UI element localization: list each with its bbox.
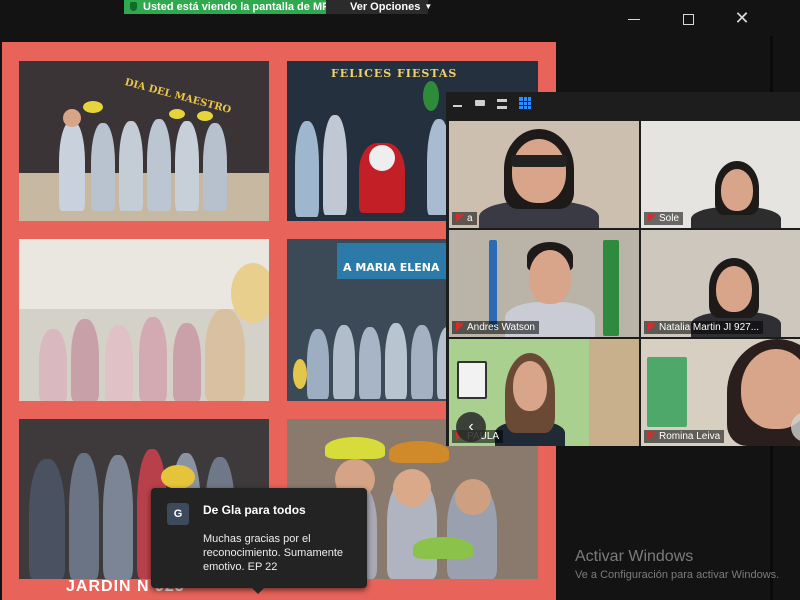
gallery-view-panel: a Sole Andres Watson Natalia Martin JI 9… bbox=[446, 92, 800, 446]
mic-muted-icon bbox=[454, 213, 463, 222]
participant-name-label: Sole bbox=[644, 212, 684, 225]
chat-notification[interactable]: G De Gla para todos Muchas gracias por e… bbox=[151, 488, 367, 594]
chat-sender-avatar: G bbox=[167, 503, 189, 525]
window-maximize-button[interactable] bbox=[675, 5, 701, 31]
minimize-icon[interactable] bbox=[453, 105, 462, 107]
chevron-left-icon: ‹ bbox=[468, 418, 474, 435]
minimize-icon bbox=[628, 18, 640, 20]
participant-tile[interactable]: a bbox=[449, 121, 639, 228]
mic-muted-icon bbox=[646, 431, 655, 440]
gallery-toolbar bbox=[446, 92, 800, 118]
mic-muted-icon bbox=[646, 322, 655, 331]
participant-name-label: Natalia Martin JI 927... bbox=[644, 321, 764, 334]
mic-muted-icon bbox=[454, 322, 463, 331]
view-options-button[interactable]: Ver Opciones ▼ bbox=[326, 0, 432, 14]
screen-share-status-bar: Usted está viendo la pantalla de MFV bbox=[124, 0, 326, 14]
participant-tile[interactable]: Andres Watson bbox=[449, 230, 639, 337]
participant-name-label: a bbox=[452, 212, 477, 225]
activate-windows-title: Activar Windows bbox=[575, 548, 694, 565]
view-options-label: Ver Opciones bbox=[350, 1, 421, 13]
fullscreen-icon[interactable] bbox=[475, 100, 485, 106]
activate-windows-subtitle: Ve a Configuración para activar Windows. bbox=[575, 569, 780, 581]
chat-message-text: Muchas gracias por el reconocimiento. Su… bbox=[203, 533, 344, 573]
gallery-view-icon[interactable] bbox=[519, 97, 531, 109]
maximize-icon bbox=[682, 13, 694, 25]
window-close-button[interactable]: ✕ bbox=[729, 5, 755, 31]
participant-tile[interactable]: Romina Leiva bbox=[641, 339, 800, 446]
photo-staff-group bbox=[19, 239, 269, 401]
participant-name-label: Romina Leiva bbox=[644, 430, 725, 443]
photo-caption-maria: A MARIA ELENA bbox=[343, 261, 440, 274]
chevron-down-icon: ▼ bbox=[424, 2, 433, 11]
participant-tile[interactable]: Sole bbox=[641, 121, 800, 228]
photo-dia-del-maestro: DIA DEL MAESTRO bbox=[19, 61, 269, 221]
mic-muted-icon bbox=[646, 213, 655, 222]
participant-name-label: Andres Watson bbox=[452, 321, 539, 334]
photo-caption-fiestas: FELICES FIESTAS bbox=[331, 67, 458, 80]
window-minimize-button[interactable] bbox=[621, 5, 647, 31]
zoom-screen-share-window: Usted está viendo la pantalla de MFV Ver… bbox=[0, 0, 800, 600]
participant-tile[interactable]: Natalia Martin JI 927... bbox=[641, 230, 800, 337]
speaker-view-icon[interactable] bbox=[497, 99, 507, 109]
chat-sender-title: De Gla para todos bbox=[203, 503, 306, 517]
previous-page-button[interactable]: ‹ bbox=[456, 412, 486, 442]
share-status-text: Usted está viendo la pantalla de MFV bbox=[143, 1, 326, 13]
shield-icon bbox=[130, 2, 137, 11]
